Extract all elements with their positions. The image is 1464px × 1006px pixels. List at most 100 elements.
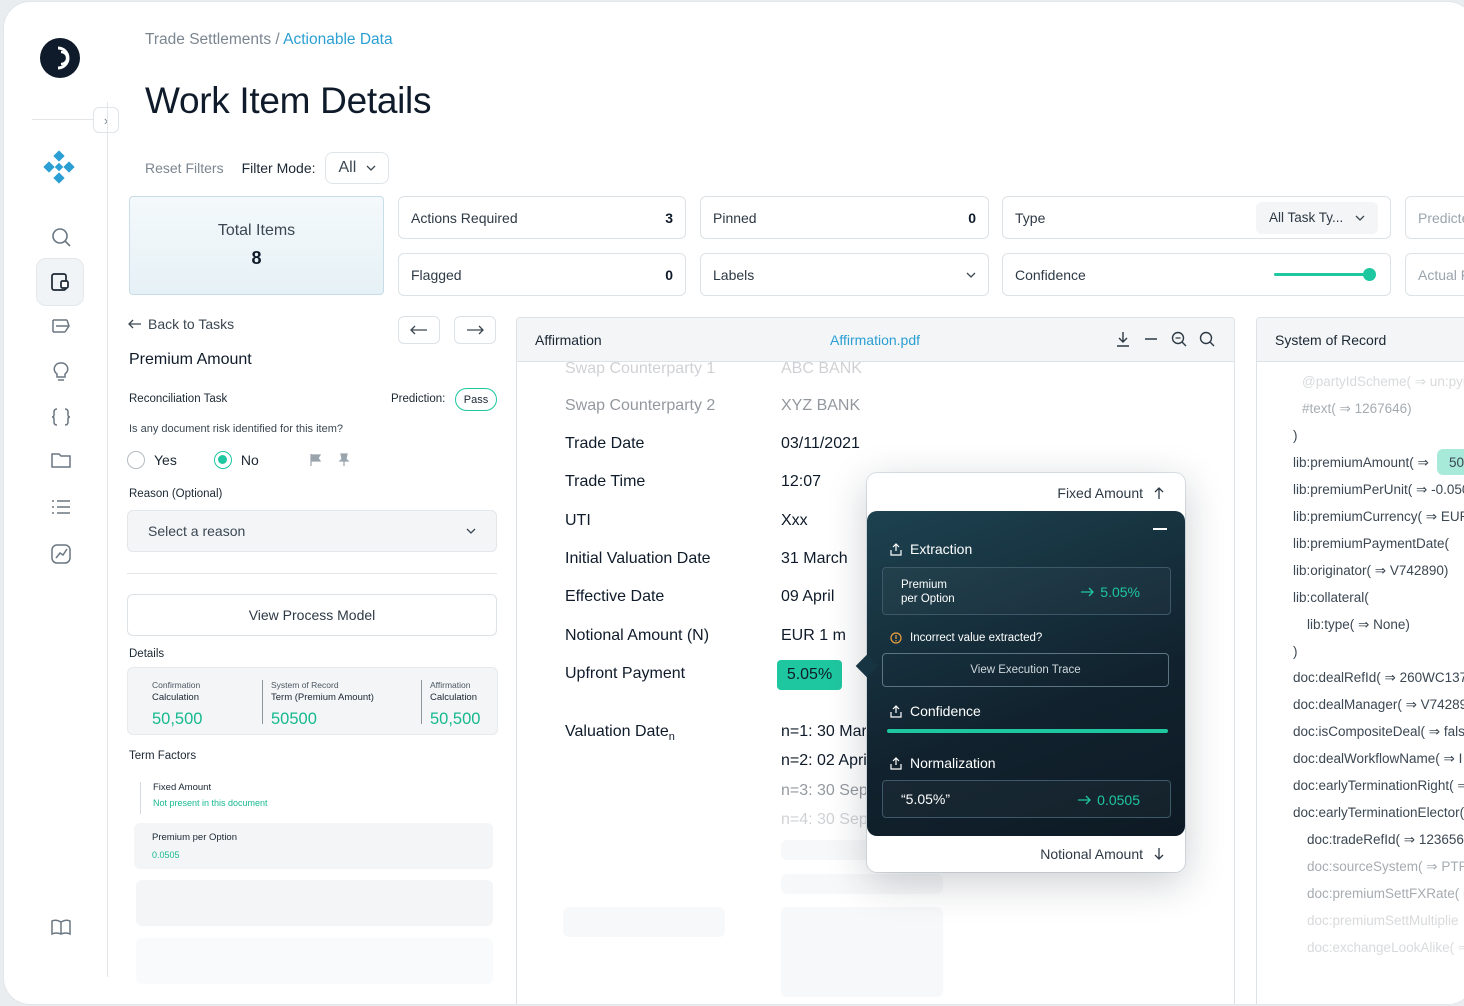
no-radio[interactable] bbox=[213, 451, 232, 469]
upfront-payment-highlight[interactable]: 5.05% bbox=[777, 660, 842, 690]
download-icon[interactable] bbox=[1114, 330, 1132, 348]
sort-previous-button[interactable]: Fixed Amount bbox=[1057, 485, 1165, 501]
doc-field-value: XYZ BANK bbox=[781, 397, 861, 414]
predicted-card[interactable]: Predicte bbox=[1405, 196, 1464, 239]
sor-code-line: @partyIdScheme( ⇒ un:pyi bbox=[1302, 374, 1464, 389]
brand-icon[interactable] bbox=[42, 150, 76, 189]
no-radio-label[interactable]: No bbox=[241, 452, 259, 468]
bulb-icon[interactable] bbox=[44, 355, 78, 389]
doc-field-label: Notional Amount (N) bbox=[565, 627, 710, 644]
details-source: Confirmation bbox=[152, 680, 201, 690]
total-items-card[interactable]: Total Items 8 bbox=[129, 196, 384, 295]
tasks-icon[interactable] bbox=[36, 258, 84, 306]
details-field: Calculation bbox=[430, 692, 477, 703]
sor-code-line: lib:premiumCurrency( ⇒ EUR bbox=[1293, 509, 1464, 524]
actual-label: Actual F bbox=[1418, 266, 1464, 283]
total-items-value: 8 bbox=[251, 248, 262, 268]
actions-required-card[interactable]: Actions Required 3 bbox=[398, 196, 686, 239]
term-premium-per-option[interactable]: Premium per Option 0.0505 bbox=[134, 823, 493, 869]
zoom-in-icon[interactable] bbox=[1170, 330, 1188, 348]
arrow-right-icon bbox=[467, 325, 484, 335]
system-of-record-header: System of Record bbox=[1257, 318, 1464, 362]
details-divider bbox=[421, 680, 422, 724]
filter-mode-select[interactable]: All bbox=[324, 152, 389, 184]
share-icon bbox=[890, 704, 902, 718]
doc-field-label: Effective Date bbox=[565, 588, 665, 605]
previous-item-button[interactable] bbox=[398, 316, 440, 344]
type-select[interactable]: All Task Ty... bbox=[1256, 201, 1378, 234]
yes-radio[interactable] bbox=[127, 451, 145, 469]
predicted-label: Predicte bbox=[1418, 209, 1464, 226]
breadcrumb-current[interactable]: Actionable Data bbox=[283, 31, 392, 48]
system-of-record-panel: System of Record @partyIdScheme( ⇒ un:py… bbox=[1256, 317, 1464, 1004]
flagged-card[interactable]: Flagged 0 bbox=[398, 253, 686, 296]
breadcrumb-parent[interactable]: Trade Settlements bbox=[145, 31, 271, 48]
labels-select[interactable]: Labels bbox=[700, 253, 989, 296]
doc-field-label: UTI bbox=[565, 512, 591, 529]
placeholder-row bbox=[781, 907, 943, 997]
search-icon[interactable] bbox=[1198, 330, 1216, 348]
minimize-icon[interactable] bbox=[1153, 528, 1167, 530]
expand-sidebar-button[interactable]: › bbox=[93, 107, 119, 133]
extraction-key-line: per Option bbox=[901, 593, 955, 605]
filter-bar: Reset Filters Filter Mode: All bbox=[145, 152, 389, 184]
workflow-icon[interactable] bbox=[44, 310, 78, 344]
filter-mode-value: All bbox=[338, 159, 357, 176]
braces-icon[interactable] bbox=[44, 400, 78, 434]
details-value: 50,500 bbox=[152, 710, 203, 728]
confidence-section: Confidence bbox=[890, 703, 981, 719]
sort-next-button[interactable]: Notional Amount bbox=[1040, 846, 1165, 862]
arrow-down-icon bbox=[1154, 848, 1164, 860]
share-icon bbox=[890, 756, 902, 770]
reconciliation-task-label: Reconciliation Task bbox=[129, 393, 228, 405]
reason-label: Reason (Optional) bbox=[129, 488, 223, 500]
details-source: System of Record bbox=[271, 680, 339, 690]
share-icon bbox=[890, 542, 902, 556]
document-file-link[interactable]: Affirmation.pdf bbox=[830, 332, 920, 348]
valuation-date-text: Valuation Date bbox=[565, 723, 669, 740]
book-icon[interactable] bbox=[44, 910, 78, 944]
doc-field-label: Swap Counterparty 1 bbox=[565, 360, 716, 377]
extraction-title: Extraction bbox=[910, 541, 973, 557]
pin-icon[interactable] bbox=[337, 453, 351, 467]
pinned-label: Pinned bbox=[713, 209, 757, 226]
valuation-value: n=3: 30 Sep bbox=[781, 782, 868, 799]
actual-card[interactable]: Actual F bbox=[1405, 253, 1464, 296]
next-item-button[interactable] bbox=[454, 316, 496, 344]
sor-match-badge[interactable]: 50 bbox=[1437, 449, 1464, 475]
valuation-date-subscript: n bbox=[668, 731, 675, 744]
sor-code-line: lib:originator( ⇒ V742890) bbox=[1293, 563, 1449, 578]
logo-icon[interactable] bbox=[40, 38, 80, 78]
extraction-value: 5.05% bbox=[1080, 584, 1140, 600]
extraction-section: Extraction bbox=[890, 541, 972, 557]
doc-field-value: ABC BANK bbox=[781, 360, 862, 377]
search-icon[interactable] bbox=[44, 220, 78, 254]
document-title: Affirmation bbox=[535, 331, 602, 348]
valuation-value: n=4: 30 Sep bbox=[781, 811, 868, 828]
pinned-card[interactable]: Pinned 0 bbox=[700, 196, 989, 239]
filter-mode-label: Filter Mode: bbox=[241, 160, 316, 176]
sor-code-line: #text( ⇒ 1267646) bbox=[1302, 401, 1412, 416]
chevron-down-icon bbox=[366, 165, 376, 171]
term-fixed-amount[interactable]: Fixed Amount Not present in this documen… bbox=[140, 782, 268, 814]
reason-select[interactable]: Select a reason bbox=[127, 510, 497, 552]
folder-icon[interactable] bbox=[44, 443, 78, 477]
confidence-slider[interactable] bbox=[1274, 268, 1376, 281]
list-icon[interactable] bbox=[44, 490, 78, 524]
flag-icon[interactable] bbox=[309, 453, 323, 467]
view-process-model-button[interactable]: View Process Model bbox=[127, 594, 497, 636]
zoom-out-icon[interactable] bbox=[1142, 330, 1160, 348]
view-execution-trace-button[interactable]: View Execution Trace bbox=[882, 653, 1169, 687]
chevron-down-icon bbox=[1355, 215, 1365, 221]
yes-radio-label[interactable]: Yes bbox=[154, 452, 177, 468]
sidebar-border bbox=[107, 102, 108, 977]
confidence-label: Confidence bbox=[1015, 266, 1086, 283]
back-to-tasks-link[interactable]: Back to Tasks bbox=[128, 316, 234, 332]
prediction-badge: Pass bbox=[455, 388, 497, 411]
reset-filters-link[interactable]: Reset Filters bbox=[145, 160, 224, 176]
sor-code-line: ) bbox=[1293, 428, 1298, 443]
normalization-value: 0.0505 bbox=[1077, 792, 1140, 808]
doc-field-value: 12:07 bbox=[781, 473, 822, 490]
chevron-down-icon bbox=[466, 528, 476, 534]
chart-icon[interactable] bbox=[44, 537, 78, 571]
